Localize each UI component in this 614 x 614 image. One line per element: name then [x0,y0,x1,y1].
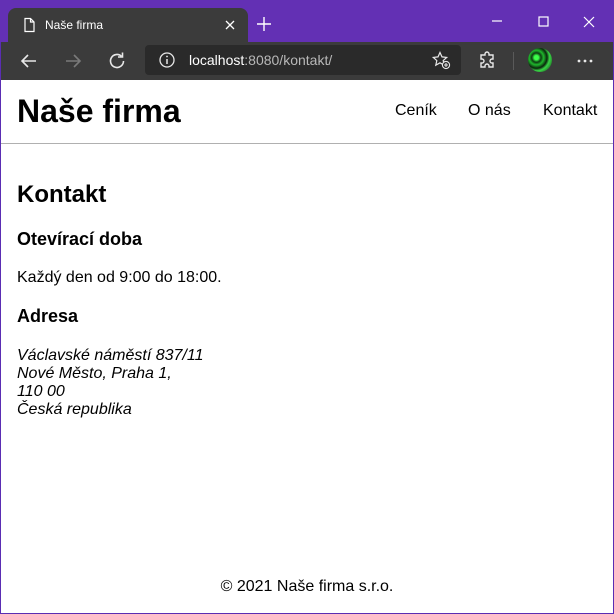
more-menu-icon[interactable] [573,49,597,73]
new-tab-icon[interactable] [254,14,274,34]
toolbar-separator [513,52,514,70]
address-line: Nové Město, Praha 1, [17,365,172,382]
nav-link-o-nas[interactable]: O nás [468,102,511,120]
browser-toolbar: localhost:8080/kontakt/ [1,42,613,80]
reload-icon[interactable] [105,49,129,73]
address-block: Václavské náměstí 837/11 Nové Město, Pra… [17,347,203,419]
page-heading: Kontakt [17,181,107,208]
address-line: Václavské náměstí 837/11 [17,347,204,364]
back-icon[interactable] [17,49,41,73]
nav-link-kontakt[interactable]: Kontakt [543,102,597,120]
hours-heading: Otevírací doba [17,229,143,249]
nav-link-cenik[interactable]: Ceník [395,102,437,120]
url-path: :8080/kontakt/ [244,52,333,68]
browser-titlebar: Naše firma [0,0,614,42]
minimize-icon[interactable] [474,8,520,36]
site-header: Naše firma Ceník O nás Kontakt [1,80,613,144]
info-icon[interactable] [158,51,176,69]
maximize-icon[interactable] [520,8,566,36]
address-heading: Adresa [17,306,79,326]
profile-avatar[interactable] [528,48,552,72]
close-window-icon[interactable] [566,8,612,36]
extensions-icon[interactable] [476,49,500,73]
hours-text: Každý den od 9:00 do 18:00. [17,269,222,286]
site-footer: © 2021 Naše firma s.r.o. [1,578,613,596]
url-host: localhost [189,52,245,68]
url-text[interactable]: localhost:8080/kontakt/ [189,52,332,68]
forward-icon[interactable] [61,49,85,73]
address-line: 110 00 [17,383,65,400]
browser-tab[interactable]: Naše firma [8,8,248,42]
address-line: Česká republika [17,401,132,418]
footer-text: © 2021 Naše firma s.r.o. [220,578,394,595]
page-viewport: Naše firma Ceník O nás Kontakt Kontakt O… [1,80,613,613]
address-bar[interactable]: localhost:8080/kontakt/ [145,45,461,75]
add-favorite-icon[interactable] [431,50,451,70]
site-title[interactable]: Naše firma [17,93,181,129]
tab-title: Naše firma [45,18,104,32]
page-icon [24,17,35,33]
close-tab-icon[interactable] [222,17,238,33]
